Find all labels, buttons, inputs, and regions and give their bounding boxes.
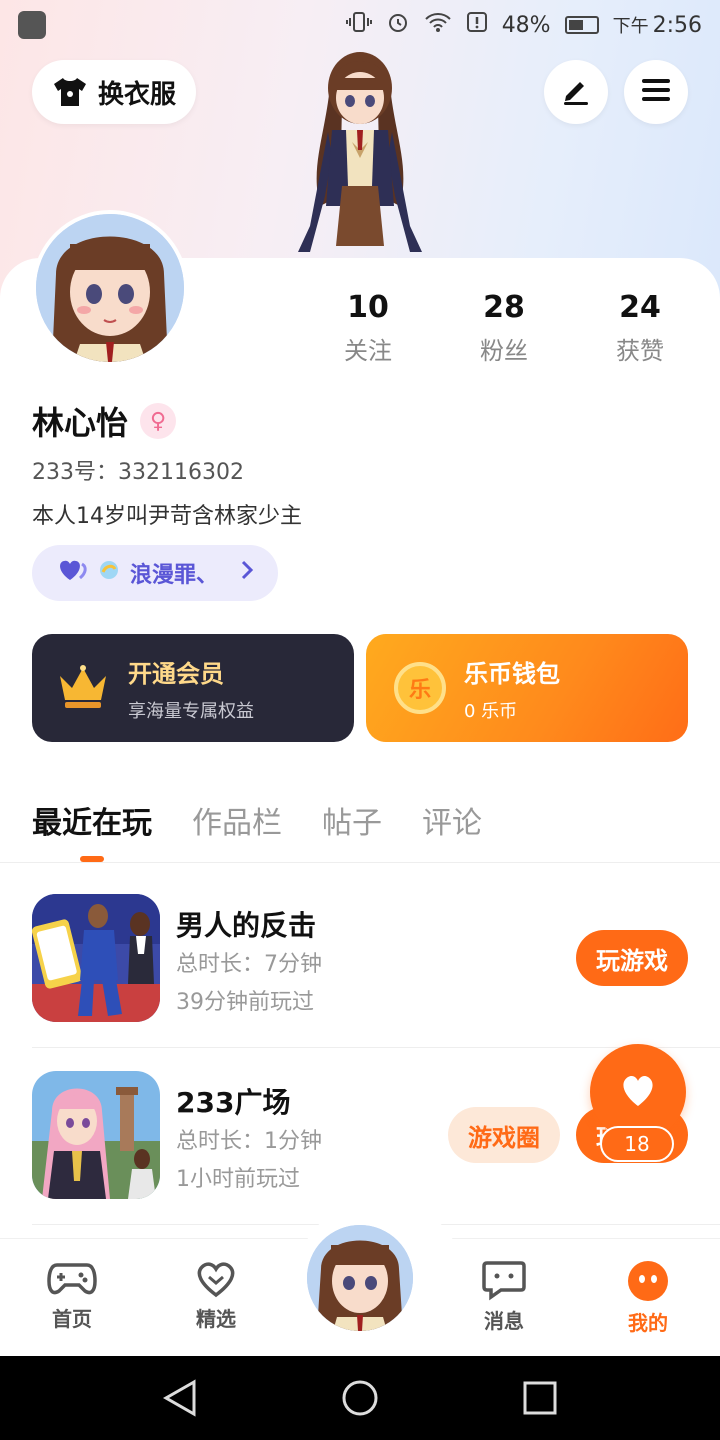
game-thumbnail[interactable]: [32, 1071, 160, 1199]
game-title: 男人的反击: [176, 909, 317, 942]
nav-mine[interactable]: 我的: [598, 1259, 698, 1336]
nav-home-label: 首页: [52, 1307, 92, 1331]
game-circle-button[interactable]: 游戏圈: [448, 1107, 560, 1163]
heart-outline-icon: [166, 1259, 266, 1299]
profile-tabs: 最近在玩 作品栏 帖子 评论: [32, 798, 482, 842]
wifi-icon: [424, 11, 452, 39]
vip-title: 开通会员: [128, 659, 224, 688]
relationship-tag[interactable]: 浪漫罪、: [32, 545, 278, 601]
game-thumbnail[interactable]: [32, 894, 160, 1022]
app-notification-icon: [18, 11, 46, 39]
back-triangle-icon[interactable]: [162, 1378, 198, 1422]
like-count-badge: 18: [600, 1126, 674, 1162]
heart-icon: [56, 558, 88, 588]
avatar[interactable]: [32, 210, 188, 366]
followers-label: 粉丝: [480, 337, 528, 365]
alert-icon: [466, 11, 488, 39]
hamburger-menu-icon: [640, 76, 672, 108]
nav-featured[interactable]: 精选: [166, 1259, 266, 1332]
change-outfit-button[interactable]: 换衣服: [32, 60, 196, 124]
vip-subtitle: 享海量专属权益: [128, 700, 254, 722]
tabs-divider: [0, 862, 720, 863]
alarm-icon: [386, 10, 410, 40]
profile-stats: 10 关注 28 粉丝 24 获赞: [300, 290, 720, 366]
female-gender-icon: ♀: [140, 403, 177, 439]
user-id: 233号：332116302: [32, 460, 244, 485]
menu-button[interactable]: [624, 60, 688, 124]
chevron-right-icon: [240, 559, 254, 587]
relationship-tag-label: 浪漫罪、: [130, 563, 219, 588]
shirt-icon: [52, 76, 88, 108]
following-count: 10: [347, 290, 389, 325]
game-total-time: 总时长：1分钟: [176, 1129, 322, 1154]
chat-bubble-icon: [454, 1259, 554, 1301]
home-circle-icon[interactable]: [340, 1378, 380, 1422]
sparkle-icon: [98, 559, 120, 587]
game-last-played: 39分钟前玩过: [176, 990, 314, 1015]
username-text: 林心怡: [32, 404, 129, 442]
following-stat[interactable]: 10 关注: [300, 290, 436, 366]
nav-messages[interactable]: 消息: [454, 1259, 554, 1334]
wallet-balance: 0 乐币: [464, 700, 518, 722]
game-row[interactable]: 男人的反击 总时长：7分钟 39分钟前玩过 玩游戏: [32, 894, 720, 1024]
system-navigation-bar: [0, 1356, 720, 1440]
profile-face-icon: [598, 1259, 698, 1303]
nav-home[interactable]: 首页: [22, 1259, 122, 1332]
following-label: 关注: [344, 337, 392, 365]
battery-icon: [564, 16, 599, 34]
crown-icon: [56, 662, 110, 714]
followers-count: 28: [483, 290, 525, 325]
edit-profile-button[interactable]: [544, 60, 608, 124]
tab-posts[interactable]: 帖子: [322, 798, 382, 842]
heart-icon: [618, 1072, 658, 1112]
time-ampm: 下午: [612, 16, 649, 37]
game-title: 233广场: [176, 1086, 291, 1119]
likes-stat[interactable]: 24 获赞: [572, 290, 708, 366]
nav-mine-label: 我的: [628, 1311, 668, 1335]
recents-square-icon[interactable]: [522, 1378, 558, 1422]
vibrate-icon: [345, 10, 372, 40]
tab-comments[interactable]: 评论: [422, 798, 482, 842]
coin-icon: 乐: [394, 662, 446, 714]
wallet-title: 乐币钱包: [464, 659, 560, 688]
battery-percent: 48%: [501, 12, 551, 38]
nav-featured-label: 精选: [196, 1307, 236, 1331]
gamepad-icon: [22, 1259, 122, 1299]
clock: 2:56: [652, 12, 702, 38]
coin-wallet-card[interactable]: 乐 乐币钱包 0 乐币: [366, 634, 688, 742]
nav-messages-label: 消息: [484, 1309, 524, 1333]
avatar-character-figure[interactable]: [270, 46, 450, 260]
followers-stat[interactable]: 28 粉丝: [436, 290, 572, 366]
vip-membership-card[interactable]: 开通会员 享海量专属权益: [32, 634, 354, 742]
user-bio: 本人14岁叫尹苛含林家少主: [32, 504, 302, 529]
likes-label: 获赞: [616, 337, 664, 365]
status-bar: 48% 下午 2:56: [0, 0, 720, 50]
tab-recently-played[interactable]: 最近在玩: [32, 798, 152, 842]
likes-count: 24: [619, 290, 661, 325]
tab-works[interactable]: 作品栏: [192, 798, 282, 842]
game-last-played: 1小时前玩过: [176, 1167, 300, 1192]
game-total-time: 总时长：7分钟: [176, 952, 322, 977]
play-game-button[interactable]: 玩游戏: [576, 930, 688, 986]
change-outfit-label: 换衣服: [98, 79, 177, 110]
pencil-icon: [560, 74, 592, 110]
username: 林心怡 ♀: [32, 398, 177, 444]
nav-center-avatar[interactable]: [304, 1222, 416, 1334]
